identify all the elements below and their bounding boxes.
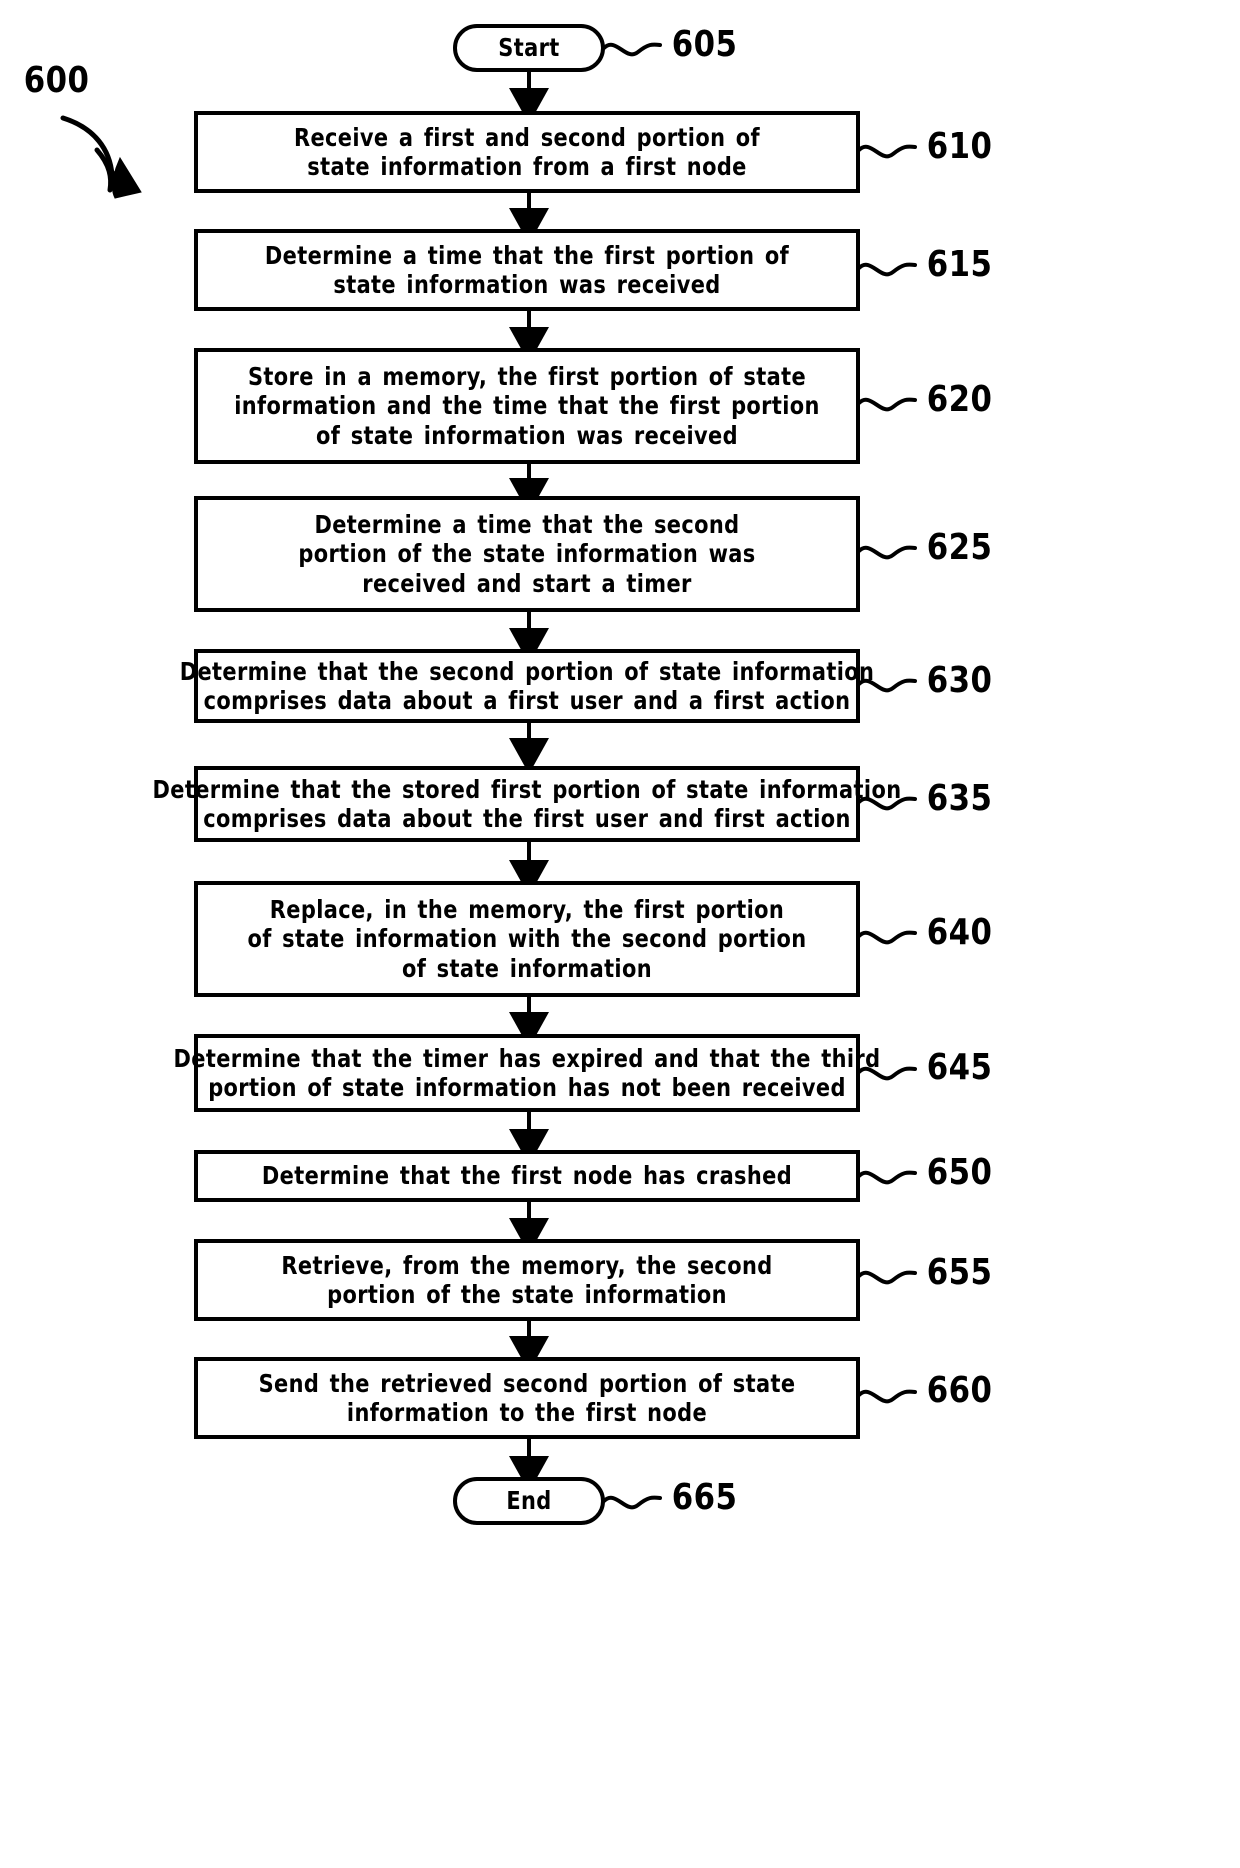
ref-640: 640 bbox=[926, 912, 993, 953]
ref-610: 610 bbox=[926, 126, 993, 167]
node-end bbox=[453, 1477, 605, 1525]
leader-605 bbox=[602, 42, 662, 57]
ref-625: 625 bbox=[926, 527, 993, 568]
leader-645 bbox=[857, 1066, 917, 1081]
ref-645: 645 bbox=[926, 1047, 993, 1088]
node-630 bbox=[194, 649, 860, 723]
leader-640 bbox=[857, 930, 917, 945]
ref-655: 655 bbox=[926, 1252, 993, 1293]
node-615 bbox=[194, 229, 860, 311]
ref-620: 620 bbox=[926, 379, 993, 420]
leader-625 bbox=[857, 545, 917, 560]
ref-615: 615 bbox=[926, 244, 993, 285]
leader-665 bbox=[602, 1495, 662, 1510]
leader-650 bbox=[857, 1170, 917, 1185]
node-655 bbox=[194, 1239, 860, 1321]
ref-630: 630 bbox=[926, 660, 993, 701]
patent-flowchart-figure: 600 Start 605 Receive a first and second… bbox=[0, 0, 1240, 1868]
ref-635: 635 bbox=[926, 778, 993, 819]
node-635 bbox=[194, 766, 860, 842]
node-660 bbox=[194, 1357, 860, 1439]
leader-615 bbox=[857, 262, 917, 277]
ref-660: 660 bbox=[926, 1370, 993, 1411]
leader-630 bbox=[857, 678, 917, 693]
node-625 bbox=[194, 496, 860, 612]
ref-605: 605 bbox=[671, 24, 738, 65]
node-645 bbox=[194, 1034, 860, 1112]
leader-610 bbox=[857, 144, 917, 159]
ref-650: 650 bbox=[926, 1152, 993, 1193]
node-640 bbox=[194, 881, 860, 997]
node-620 bbox=[194, 348, 860, 464]
ref-665: 665 bbox=[671, 1477, 738, 1518]
figure-label: 600 bbox=[23, 60, 90, 101]
leader-620 bbox=[857, 397, 917, 412]
node-650 bbox=[194, 1150, 860, 1202]
flowchart-canvas bbox=[60, 24, 917, 1525]
node-start bbox=[453, 24, 605, 72]
leader-660 bbox=[857, 1389, 917, 1404]
leader-635 bbox=[857, 796, 917, 811]
node-610 bbox=[194, 111, 860, 193]
figure-leader-arrow bbox=[60, 115, 142, 199]
leader-655 bbox=[857, 1270, 917, 1285]
